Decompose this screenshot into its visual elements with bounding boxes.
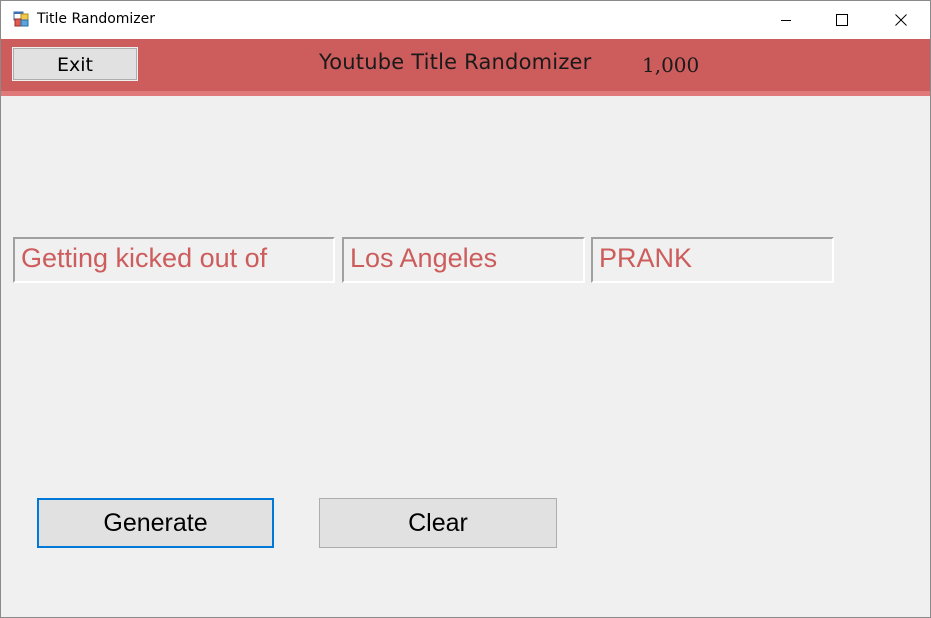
app-icon — [13, 11, 29, 27]
title-bar[interactable]: Title Randomizer — [1, 0, 930, 39]
close-icon — [895, 14, 907, 26]
maximize-icon — [836, 14, 848, 26]
word-box-subject: Los Angeles — [342, 237, 585, 283]
minimize-button[interactable] — [763, 1, 809, 39]
window-title: Title Randomizer — [37, 11, 156, 27]
close-button[interactable] — [878, 1, 924, 39]
title-count: 1,000 — [642, 53, 700, 77]
header-band: Exit Youtube Title Randomizer 1,000 — [1, 39, 930, 96]
app-heading: Youtube Title Randomizer — [319, 50, 592, 74]
maximize-button[interactable] — [819, 1, 865, 39]
word-box-prefix: Getting kicked out of — [13, 237, 335, 283]
minimize-icon — [780, 14, 792, 26]
generate-button[interactable]: Generate — [37, 498, 274, 548]
exit-button[interactable]: Exit — [12, 47, 138, 81]
clear-button[interactable]: Clear — [319, 498, 557, 548]
word-box-suffix: PRANK — [591, 237, 834, 283]
app-window: Title Randomizer Exit Youtube Title Rand… — [0, 0, 931, 618]
